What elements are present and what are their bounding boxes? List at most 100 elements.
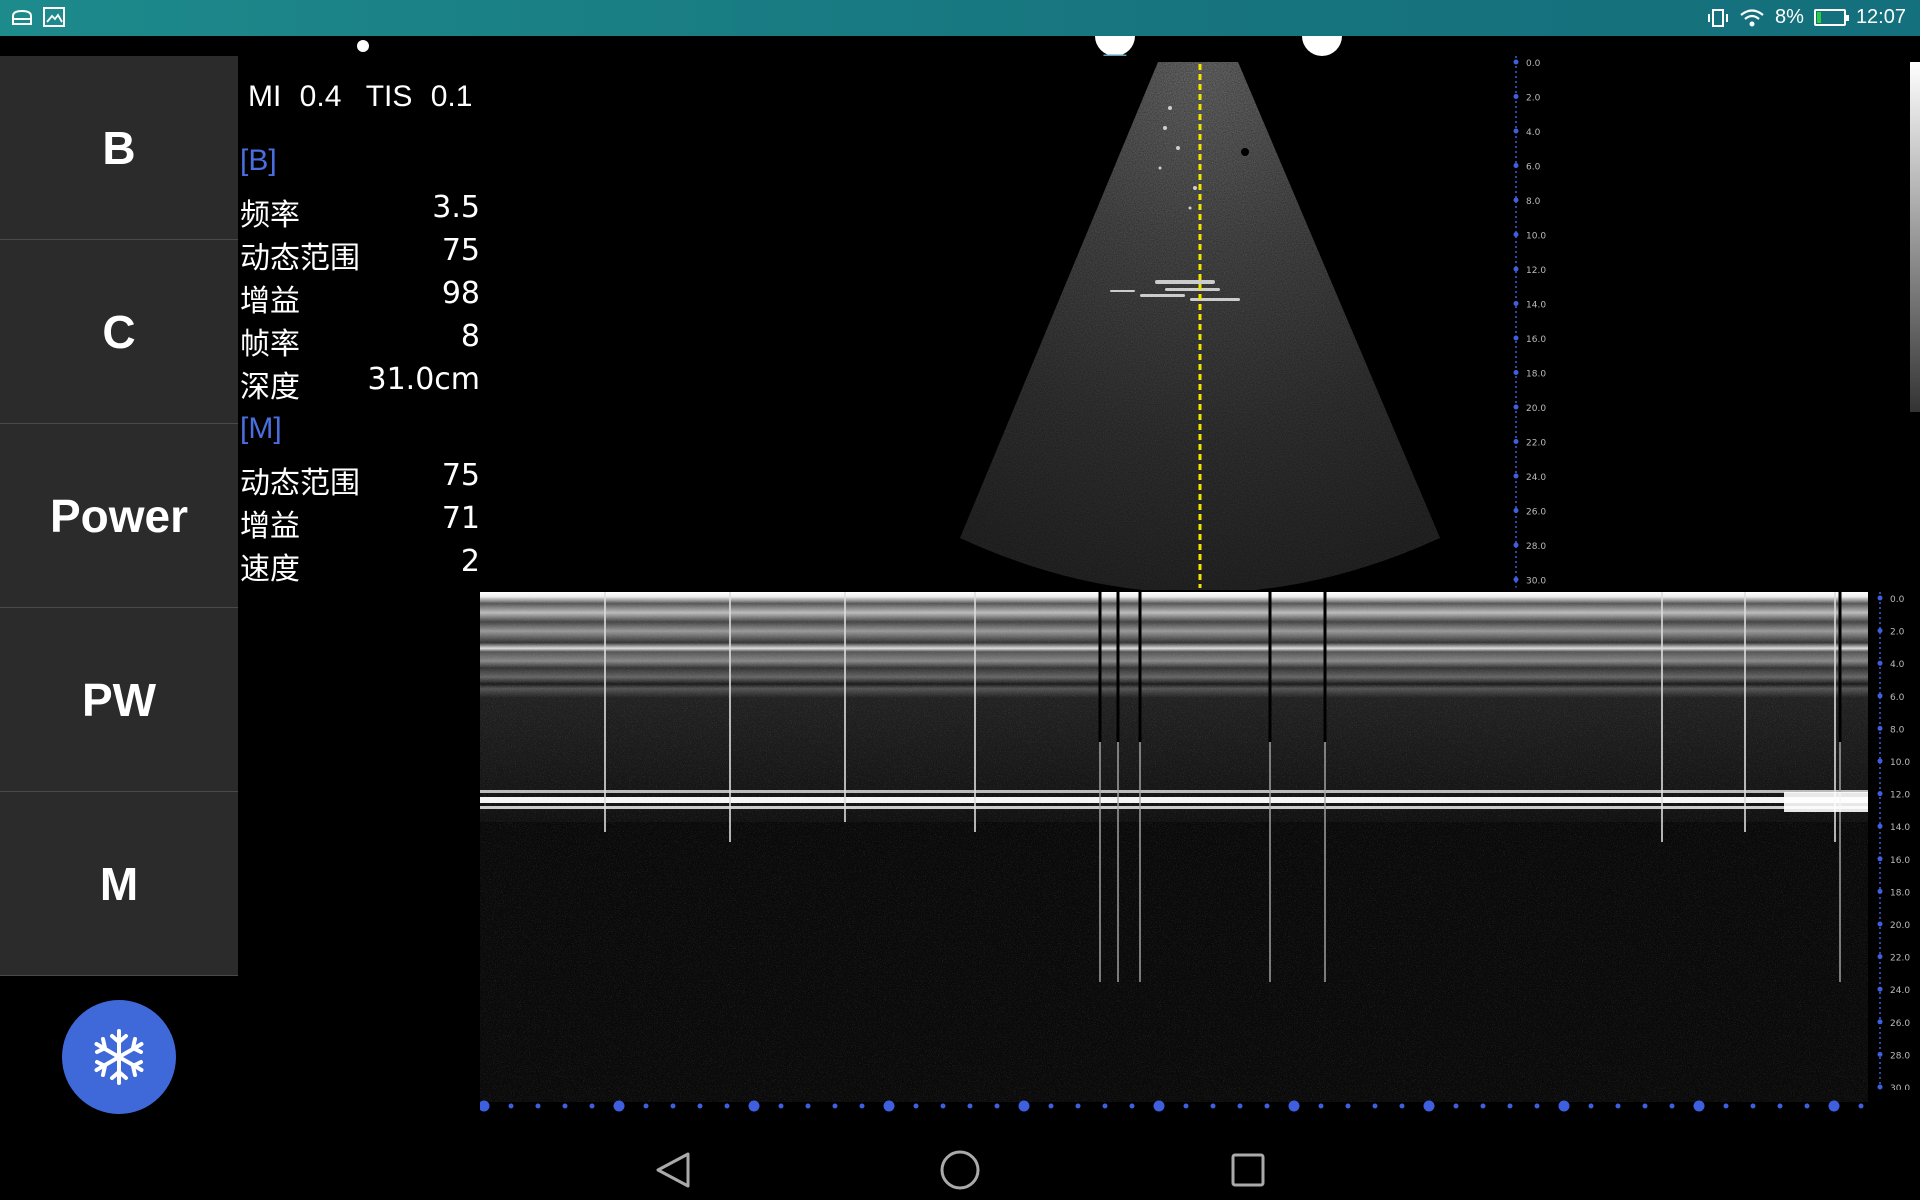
- b-depth-label: 28.0: [1526, 542, 1546, 552]
- b-depth-tick: [1513, 94, 1519, 99]
- clock: 12:07: [1855, 6, 1906, 28]
- b-depth-label: 6.0: [1526, 163, 1541, 173]
- b-depth-tick: [1513, 473, 1519, 479]
- param-value: 3.5: [432, 190, 480, 225]
- m-depth-label: 16.0: [1890, 856, 1910, 866]
- m-mode-image[interactable]: [480, 592, 1868, 1102]
- b-depth-tick: [1513, 404, 1519, 410]
- time-tick: [1453, 1103, 1459, 1109]
- param-row: 动态范围 75: [240, 233, 480, 276]
- tis-label: TIS: [365, 80, 413, 113]
- back-triangle-icon[interactable]: [656, 1152, 690, 1188]
- b-depth-label: 24.0: [1526, 473, 1546, 483]
- m-depth-label: 6.0: [1890, 693, 1905, 703]
- m-depth-tick: [1877, 758, 1883, 764]
- m-depth-tick: [1877, 791, 1883, 797]
- time-tick: [883, 1100, 895, 1112]
- b-section-header: [B]: [240, 144, 277, 177]
- mode-m-button[interactable]: M: [0, 792, 238, 976]
- time-tick: [724, 1103, 730, 1109]
- m-depth-tick: [1877, 725, 1883, 731]
- mi-label: MI: [248, 80, 282, 113]
- time-tick: [805, 1103, 811, 1109]
- mode-b-button[interactable]: B: [0, 56, 238, 240]
- mode-power-button[interactable]: Power: [0, 424, 238, 608]
- time-tick: [1588, 1103, 1594, 1109]
- status-bar: 8% 12:07: [0, 0, 1920, 36]
- time-tick: [589, 1103, 595, 1109]
- time-tick: [1399, 1103, 1405, 1109]
- time-tick: [832, 1103, 838, 1109]
- param-row: 增益 71: [240, 501, 480, 544]
- time-tick: [670, 1103, 676, 1109]
- time-tick: [1075, 1103, 1081, 1109]
- param-value: 75: [441, 233, 480, 268]
- freeze-button[interactable]: [62, 1000, 176, 1114]
- navigation-bar: [0, 1140, 1920, 1200]
- mode-c-button[interactable]: C: [0, 240, 238, 424]
- m-depth-label: 0.0: [1890, 595, 1905, 605]
- time-tick: [1288, 1100, 1300, 1112]
- b-depth-label: 18.0: [1526, 370, 1546, 380]
- time-tick: [994, 1103, 1000, 1109]
- recent-square-icon[interactable]: [1231, 1153, 1265, 1187]
- param-row: 速度 2: [240, 544, 480, 587]
- m-depth-label: 8.0: [1890, 725, 1905, 735]
- param-label: 增益: [240, 284, 300, 319]
- b-depth-tick: [1513, 266, 1519, 272]
- m-depth-label: 12.0: [1890, 791, 1910, 801]
- param-label: 频率: [240, 198, 300, 233]
- time-tick: [1237, 1103, 1243, 1109]
- param-row: 频率 3.5: [240, 190, 480, 233]
- time-tick: [535, 1103, 541, 1109]
- time-tick: [859, 1103, 865, 1109]
- m-depth-label: 2.0: [1890, 628, 1905, 638]
- time-tick: [1534, 1103, 1540, 1109]
- m-section-header: [M]: [240, 412, 282, 445]
- time-tick: [1858, 1103, 1864, 1109]
- m-depth-tick: [1877, 856, 1883, 862]
- param-row: 帧率 8: [240, 319, 480, 362]
- time-tick: [1210, 1103, 1216, 1109]
- param-row: 深度 31.0cm: [240, 362, 480, 405]
- vibrate-icon: [1708, 8, 1729, 27]
- param-label: 增益: [240, 509, 300, 544]
- grayscale-bar: [1910, 62, 1920, 412]
- m-depth-label: 20.0: [1890, 921, 1910, 931]
- time-tick: [1558, 1100, 1570, 1112]
- mode-pw-button[interactable]: PW: [0, 608, 238, 792]
- m-depth-label: 22.0: [1890, 954, 1910, 964]
- time-tick: [480, 1100, 490, 1112]
- b-depth-tick: [1513, 508, 1519, 513]
- m-depth-tick: [1877, 693, 1883, 699]
- battery-icon: [1813, 9, 1849, 26]
- b-depth-tick: [1513, 439, 1519, 444]
- b-depth-label: 22.0: [1526, 439, 1546, 449]
- time-tick: [1345, 1103, 1351, 1109]
- b-depth-label: 10.0: [1526, 232, 1546, 242]
- home-circle-icon[interactable]: [940, 1150, 980, 1190]
- time-tick: [748, 1100, 760, 1112]
- time-tick: [1048, 1103, 1054, 1109]
- time-tick: [1153, 1100, 1165, 1112]
- battery-percent: 8%: [1775, 6, 1804, 28]
- time-scale: [480, 1100, 1864, 1112]
- top-toolbar-remnant: [0, 36, 1920, 56]
- m-depth-tick: [1877, 660, 1883, 666]
- b-depth-label: 0.0: [1526, 59, 1541, 69]
- time-tick: [1804, 1103, 1810, 1109]
- time-tick: [1507, 1103, 1513, 1109]
- mi-value: 0.4: [299, 80, 342, 113]
- time-tick: [1018, 1100, 1030, 1112]
- b-depth-label: 20.0: [1526, 404, 1546, 414]
- param-value: 2: [460, 544, 480, 579]
- m-depth-tick: [1877, 921, 1883, 927]
- m-depth-tick: [1877, 888, 1883, 894]
- b-depth-tick: [1513, 163, 1519, 168]
- time-tick: [1183, 1103, 1189, 1109]
- time-tick: [1318, 1103, 1324, 1109]
- time-tick: [1750, 1103, 1756, 1109]
- m-depth-label: 26.0: [1890, 1019, 1910, 1029]
- m-depth-tick: [1877, 595, 1883, 601]
- b-mode-image[interactable]: [940, 58, 1440, 590]
